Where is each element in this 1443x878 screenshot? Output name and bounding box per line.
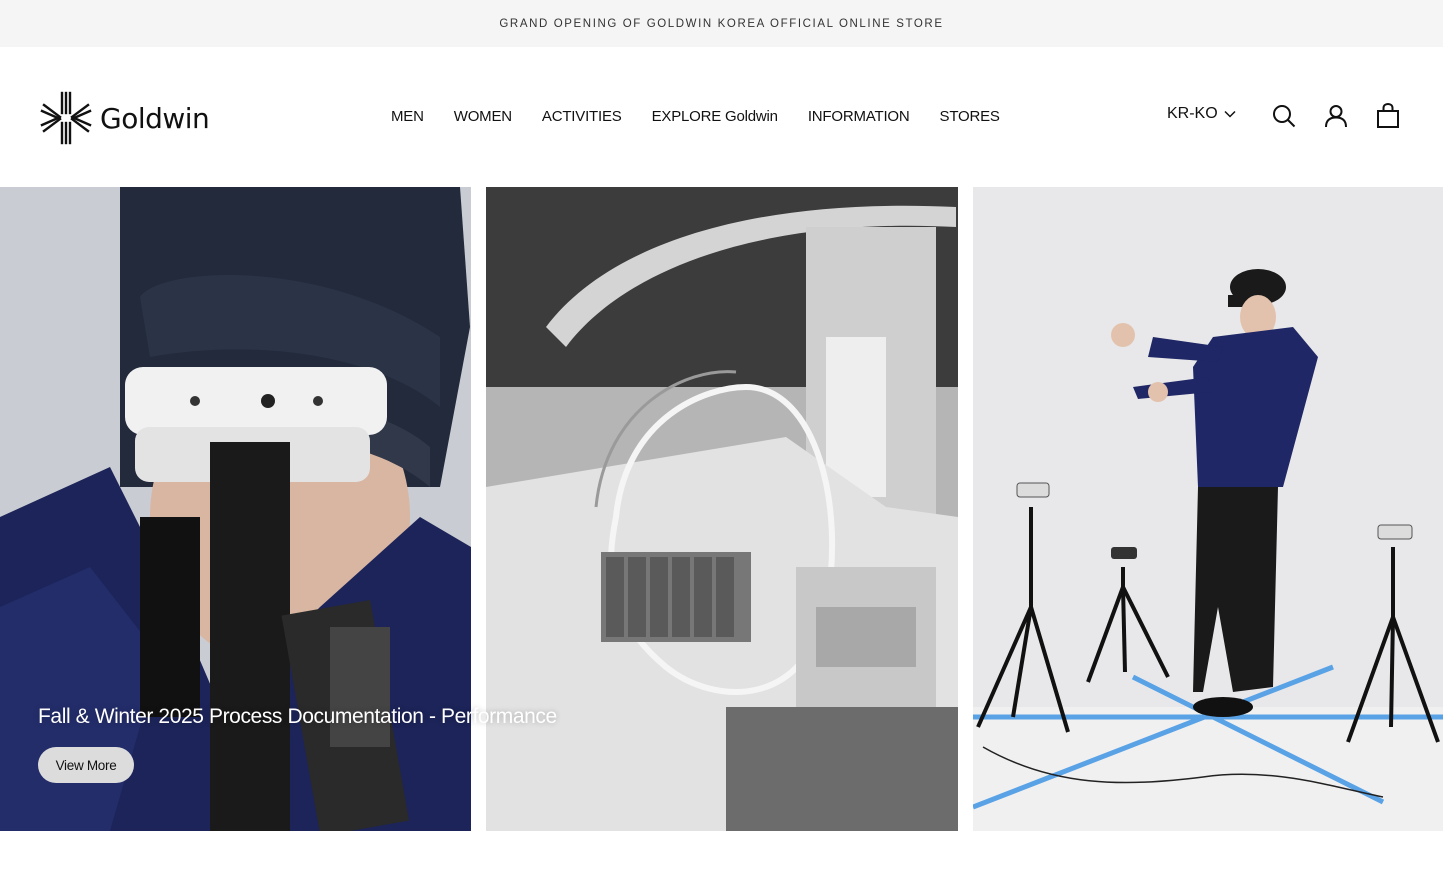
site-header: Goldwin MEN WOMEN ACTIVITIES EXPLORE Gol… [0, 47, 1443, 187]
locale-selector[interactable]: KR-KO [1167, 105, 1236, 123]
hero-image-1 [0, 187, 471, 831]
hero-banner: Fall & Winter 2025 Process Documentation… [0, 187, 1443, 831]
search-button[interactable] [1270, 102, 1298, 130]
goldwin-logo-icon [40, 91, 92, 145]
cart-button[interactable] [1374, 102, 1402, 130]
hero-title: Fall & Winter 2025 Process Documentation… [38, 705, 557, 728]
hero-image-2 [486, 187, 958, 831]
logo-link[interactable]: Goldwin [40, 91, 210, 145]
account-button[interactable] [1322, 102, 1350, 130]
machinery-tubes-photo[interactable] [486, 187, 958, 831]
account-icon [1325, 105, 1347, 128]
nav-item-men[interactable]: MEN [376, 105, 439, 129]
model-with-tripods-photo[interactable] [973, 187, 1443, 831]
view-more-button[interactable]: View More [38, 747, 134, 783]
logo-text: Goldwin [100, 101, 210, 135]
announcement-bar: GRAND OPENING OF GOLDWIN KOREA OFFICIAL … [0, 0, 1443, 47]
cart-icon [1377, 103, 1399, 128]
search-icon [1273, 105, 1296, 128]
locale-label: KR-KO [1167, 105, 1218, 122]
announcement-text: GRAND OPENING OF GOLDWIN KOREA OFFICIAL … [499, 17, 944, 30]
nav-item-activities[interactable]: ACTIVITIES [527, 105, 637, 129]
nav-item-women[interactable]: WOMEN [439, 105, 527, 129]
chevron-down-icon [1224, 110, 1236, 118]
main-nav: MEN WOMEN ACTIVITIES EXPLORE Goldwin INF… [376, 105, 1015, 129]
model-behind-camera-photo[interactable] [0, 187, 471, 831]
nav-item-explore[interactable]: EXPLORE Goldwin [637, 105, 793, 129]
nav-item-information[interactable]: INFORMATION [793, 105, 925, 129]
hero-image-3 [973, 187, 1443, 831]
nav-item-stores[interactable]: STORES [925, 105, 1015, 129]
